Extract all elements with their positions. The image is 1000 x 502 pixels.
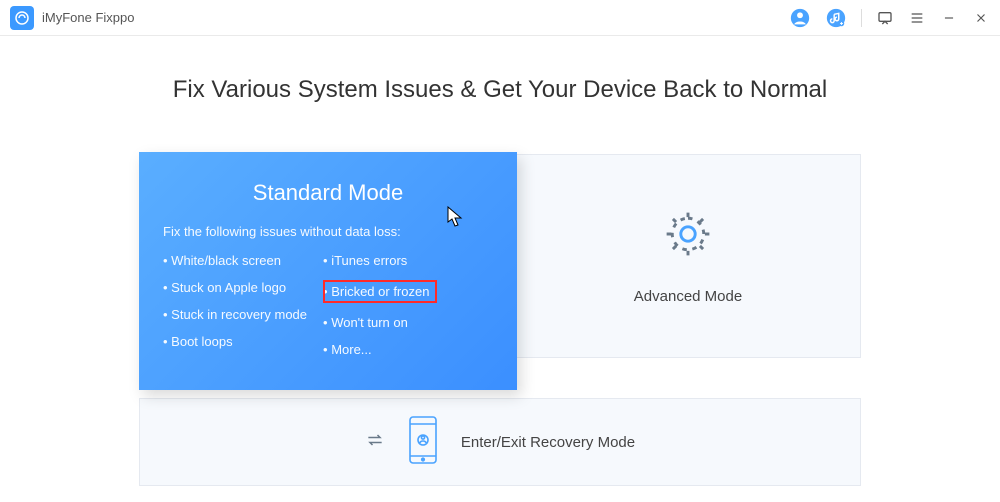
app-logo-icon xyxy=(14,10,30,26)
advanced-mode-card[interactable]: Advanced Mode xyxy=(515,154,861,358)
titlebar: iMyFone Fixppo xyxy=(0,0,1000,36)
titlebar-left: iMyFone Fixppo xyxy=(10,6,134,30)
issue-item: iTunes errors xyxy=(323,253,437,268)
account-icon[interactable] xyxy=(789,7,811,29)
titlebar-right xyxy=(789,7,990,29)
phone-icon xyxy=(405,415,441,470)
menu-icon[interactable] xyxy=(908,9,926,27)
music-icon[interactable] xyxy=(825,7,847,29)
separator xyxy=(861,9,862,27)
issue-item: Boot loops xyxy=(163,334,307,349)
issue-item-highlighted: Bricked or frozen xyxy=(323,280,437,303)
issue-item: Won't turn on xyxy=(323,315,437,330)
app-name: iMyFone Fixppo xyxy=(42,10,134,25)
standard-mode-card[interactable]: Standard Mode Fix the following issues w… xyxy=(139,152,517,390)
gear-icon xyxy=(661,207,715,266)
mode-cards-row: Standard Mode Fix the following issues w… xyxy=(0,152,1000,390)
issues-list: White/black screen Stuck on Apple logo S… xyxy=(163,253,493,357)
issue-item: White/black screen xyxy=(163,253,307,268)
transfer-icon xyxy=(365,430,385,455)
minimize-button[interactable] xyxy=(940,9,958,27)
issues-left-col: White/black screen Stuck on Apple logo S… xyxy=(163,253,307,357)
issue-item: More... xyxy=(323,342,437,357)
page-title: Fix Various System Issues & Get Your Dev… xyxy=(0,76,1000,104)
close-button[interactable] xyxy=(972,9,990,27)
recovery-mode-label: Enter/Exit Recovery Mode xyxy=(461,434,635,451)
app-logo xyxy=(10,6,34,30)
issues-right-col: iTunes errors Bricked or frozen Won't tu… xyxy=(323,253,437,357)
feedback-icon[interactable] xyxy=(876,9,894,27)
highlight-box: Bricked or frozen xyxy=(323,280,437,303)
advanced-mode-label: Advanced Mode xyxy=(634,288,742,305)
issue-item: Stuck in recovery mode xyxy=(163,307,307,322)
issue-item: Stuck on Apple logo xyxy=(163,280,307,295)
recovery-mode-card[interactable]: Enter/Exit Recovery Mode xyxy=(139,398,861,486)
standard-mode-title: Standard Mode xyxy=(163,180,493,206)
standard-mode-subtitle: Fix the following issues without data lo… xyxy=(163,224,493,239)
main-content: Fix Various System Issues & Get Your Dev… xyxy=(0,36,1000,486)
